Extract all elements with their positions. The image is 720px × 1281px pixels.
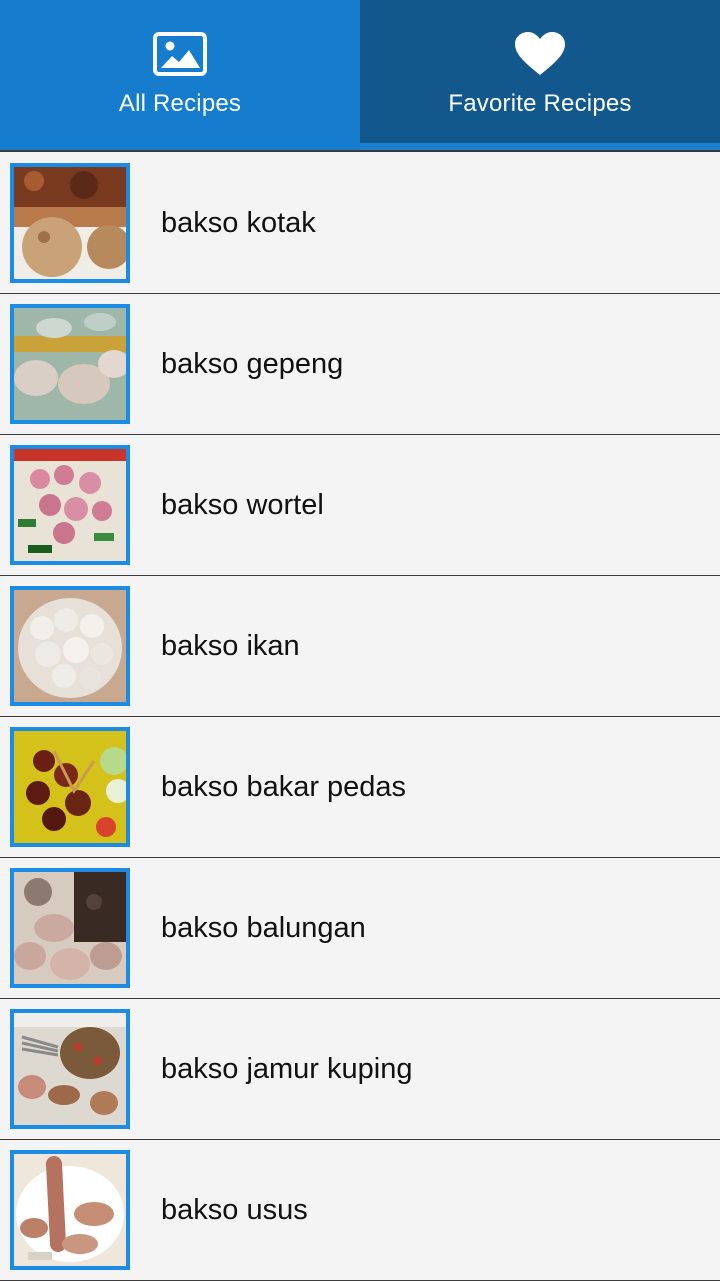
image-icon xyxy=(152,30,208,78)
recipe-name: bakso kotak xyxy=(161,207,316,239)
recipe-row[interactable]: bakso jamur kuping xyxy=(0,999,720,1140)
tab-label: Favorite Recipes xyxy=(448,90,632,117)
recipe-name: bakso gepeng xyxy=(161,348,344,380)
tab-label: All Recipes xyxy=(118,90,242,117)
recipe-thumbnail xyxy=(10,586,130,706)
recipe-name: bakso usus xyxy=(161,1194,308,1226)
recipe-row[interactable]: bakso wortel xyxy=(0,435,720,576)
recipe-name: bakso jamur kuping xyxy=(161,1053,413,1085)
recipe-thumbnail xyxy=(10,304,130,424)
recipe-thumbnail xyxy=(10,727,130,847)
tab-indicator xyxy=(360,143,720,150)
recipe-name: bakso balungan xyxy=(161,912,366,944)
recipe-list: bakso kotak bakso gepeng bakso wortel ba… xyxy=(0,153,720,1281)
recipe-row[interactable]: bakso kotak xyxy=(0,153,720,294)
tab-indicator xyxy=(0,143,360,150)
recipe-row[interactable]: bakso balungan xyxy=(0,858,720,999)
list-divider xyxy=(0,150,720,152)
recipe-name: bakso bakar pedas xyxy=(161,771,407,803)
recipe-thumbnail xyxy=(10,1009,130,1129)
tab-all-recipes[interactable]: All Recipes xyxy=(0,0,360,150)
recipe-thumbnail xyxy=(10,1150,130,1270)
recipe-thumbnail xyxy=(10,868,130,988)
recipe-thumbnail xyxy=(10,445,130,565)
recipe-row[interactable]: bakso ikan xyxy=(0,576,720,717)
recipe-row[interactable]: bakso gepeng xyxy=(0,294,720,435)
recipe-row[interactable]: bakso usus xyxy=(0,1140,720,1281)
heart-icon xyxy=(512,30,568,78)
recipe-name: bakso ikan xyxy=(161,630,300,662)
recipe-row[interactable]: bakso bakar pedas xyxy=(0,717,720,858)
tab-bar: All Recipes Favorite Recipes xyxy=(0,0,720,150)
tab-favorite-recipes[interactable]: Favorite Recipes xyxy=(360,0,720,150)
recipe-thumbnail xyxy=(10,163,130,283)
recipe-name: bakso wortel xyxy=(161,489,324,521)
